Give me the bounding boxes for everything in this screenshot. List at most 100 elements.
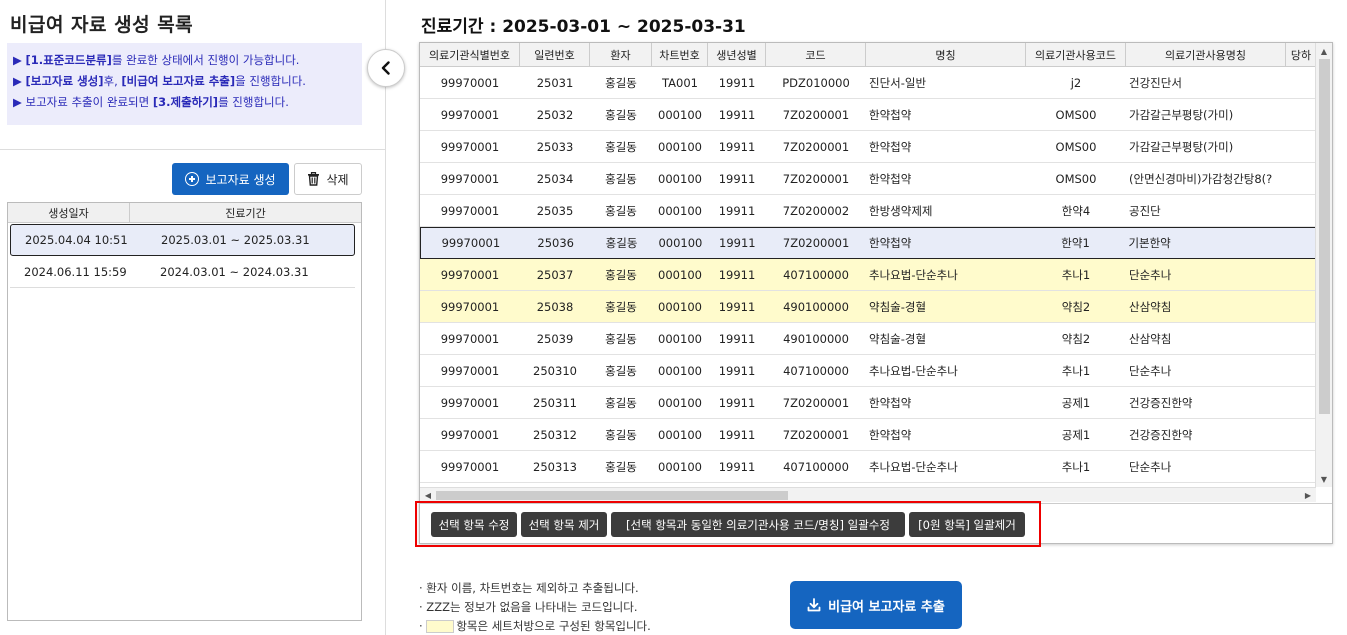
- column-header[interactable]: 당하: [1286, 43, 1316, 66]
- grid-body: 99970001 25031 홍길동 TA001 19911 PDZ010000 진단서-일…: [420, 67, 1316, 483]
- column-header[interactable]: 환자: [590, 43, 652, 66]
- column-header[interactable]: 명칭: [866, 43, 1026, 66]
- cell-institution-id: 99970001: [440, 427, 500, 442]
- table-row[interactable]: 99970001 25032 홍길동 000100 19911 7Z0200001 한약첩약…: [420, 99, 1316, 131]
- cell-name: 한방생약제제: [869, 203, 933, 218]
- cell-birth-gender: 19911: [718, 331, 756, 346]
- cell-name: 진단서-일반: [869, 75, 927, 90]
- cell-institution-id: 99970001: [440, 363, 500, 378]
- scroll-down-icon[interactable]: ▼: [1316, 472, 1332, 486]
- cell-code: 7Z0200001: [782, 171, 850, 186]
- cell-name: 한약첩약: [869, 236, 912, 250]
- column-header[interactable]: 의료기관사용코드: [1026, 43, 1126, 66]
- remove-selected-button[interactable]: 선택 항목 제거: [521, 512, 607, 537]
- horizontal-scrollbar[interactable]: ◀ ▶: [420, 487, 1316, 502]
- export-report-button[interactable]: 비급여 보고자료 추출: [790, 581, 962, 629]
- table-row[interactable]: 99970001 25031 홍길동 TA001 19911 PDZ010000 진단서-일…: [420, 67, 1316, 99]
- table-row[interactable]: 99970001 25034 홍길동 000100 19911 7Z0200001 한약첩약…: [420, 163, 1316, 195]
- plus-circle-icon: [185, 172, 200, 186]
- column-header[interactable]: 일련번호: [520, 43, 590, 66]
- cell-patient: 홍길동: [605, 267, 637, 282]
- cell-patient: 홍길동: [605, 139, 637, 154]
- table-row[interactable]: 99970001 25036 홍길동 000100 19911 7Z0200001 한약첩약…: [420, 227, 1316, 259]
- cell-code: PDZ010000: [782, 75, 850, 90]
- cell-patient: 홍길동: [605, 363, 637, 378]
- cell-birth-gender: 19911: [718, 107, 756, 122]
- cell-patient: 홍길동: [605, 427, 637, 442]
- edit-selected-button[interactable]: 선택 항목 수정: [431, 512, 517, 537]
- table-row[interactable]: 99970001 25037 홍길동 000100 19911 407100000 추나요법…: [420, 259, 1316, 291]
- cell-institution-id: 99970001: [440, 171, 500, 186]
- delete-button[interactable]: 삭제: [294, 163, 362, 195]
- cell-chart-no: 000100: [658, 427, 702, 442]
- cell-name: 추나요법-단순추나: [869, 363, 958, 378]
- data-grid-container: 의료기관식별번호 일련번호 환자 차트번호 생년성별 코드 명칭 의료기관사용코…: [419, 42, 1333, 544]
- cell-chart-no: 000100: [658, 171, 702, 186]
- cell-inst-name: 산삼약침: [1129, 299, 1172, 314]
- cell-name: 한약첩약: [869, 395, 912, 410]
- cell-chart-no: 000100: [658, 107, 702, 122]
- column-header[interactable]: 코드: [766, 43, 866, 66]
- table-row[interactable]: 99970001 250313 홍길동 000100 19911 407100000 추나요…: [420, 451, 1316, 483]
- cell-inst-name: (안면신경마비)가감청간탕8(?: [1129, 171, 1273, 186]
- table-row[interactable]: 99970001 250310 홍길동 000100 19911 407100000 추나요…: [420, 355, 1316, 387]
- cell-code: 7Z0200001: [782, 395, 850, 410]
- cell-chart-no: 000100: [658, 299, 702, 314]
- table-row[interactable]: 99970001 25033 홍길동 000100 19911 7Z0200001 한약첩약…: [420, 131, 1316, 163]
- table-row[interactable]: 99970001 25039 홍길동 000100 19911 490100000 약침술-…: [420, 323, 1316, 355]
- scroll-thumb[interactable]: [436, 491, 788, 500]
- scroll-right-icon[interactable]: ▶: [1301, 489, 1315, 502]
- list-item-created: 2024.06.11 15:59: [24, 264, 127, 279]
- cell-birth-gender: 19911: [718, 299, 756, 314]
- cell-inst-name: 건강증진한약: [1129, 395, 1193, 410]
- note-line: · ZZZ는 정보가 없음을 나타내는 코드입니다.: [419, 600, 638, 614]
- cell-inst-code: 약침2: [1061, 299, 1091, 314]
- column-header[interactable]: 차트번호: [652, 43, 708, 66]
- cell-patient: 홍길동: [605, 236, 638, 250]
- cell-birth-gender: 19911: [719, 236, 756, 250]
- export-report-label: 비급여 보고자료 추출: [828, 599, 945, 615]
- list-item[interactable]: 2025.04.04 10:51 2025.03.01 ~ 2025.03.31: [10, 224, 355, 256]
- cell-serial: 25032: [536, 107, 574, 122]
- cell-birth-gender: 19911: [718, 363, 756, 378]
- cell-serial: 250311: [533, 395, 577, 410]
- cell-institution-id: 99970001: [440, 299, 500, 314]
- notice-box: ▶ [1.표준코드분류]를 완료한 상태에서 진행이 가능합니다. ▶ [보고자…: [7, 43, 362, 125]
- divider: [0, 149, 386, 150]
- cell-inst-code: 공제1: [1061, 395, 1091, 410]
- cell-inst-name: 가감갈근부평탕(가미): [1129, 107, 1234, 122]
- cell-serial: 25031: [536, 75, 574, 90]
- table-row[interactable]: 99970001 25035 홍길동 000100 19911 7Z0200002 한방생약…: [420, 195, 1316, 227]
- cell-name: 약침술-경혈: [869, 299, 927, 314]
- cell-code: 490100000: [783, 331, 849, 346]
- list-item[interactable]: 2024.06.11 15:59 2024.03.01 ~ 2024.03.31: [10, 256, 355, 288]
- bulk-remove-button[interactable]: [0원 항목] 일괄제거: [909, 512, 1025, 537]
- generate-report-button[interactable]: 보고자료 생성: [172, 163, 289, 195]
- collapse-panel-button[interactable]: [367, 49, 405, 87]
- scroll-thumb[interactable]: [1319, 59, 1330, 414]
- vertical-scrollbar[interactable]: ▲ ▼: [1315, 43, 1332, 487]
- cell-patient: 홍길동: [605, 331, 637, 346]
- scroll-up-icon[interactable]: ▲: [1316, 44, 1332, 58]
- cell-serial: 25033: [536, 139, 574, 154]
- notice-line-1: ▶ [1.표준코드분류]를 완료한 상태에서 진행이 가능합니다.: [13, 53, 300, 67]
- column-header[interactable]: 의료기관식별번호: [420, 43, 520, 66]
- column-header[interactable]: 의료기관사용명칭: [1126, 43, 1286, 66]
- notes: · 환자 이름, 차트번호는 제외하고 추출됩니다. · ZZZ는 정보가 없음…: [419, 579, 651, 635]
- column-header-created: 생성일자: [8, 203, 130, 222]
- bulk-edit-button[interactable]: [선택 항목과 동일한 의료기관사용 코드/명칭] 일괄수정: [611, 512, 905, 537]
- cell-birth-gender: 19911: [718, 171, 756, 186]
- column-header[interactable]: 생년성별: [708, 43, 766, 66]
- report-list: 생성일자 진료기간 2025.04.04 10:51 2025.03.01 ~ …: [7, 202, 362, 621]
- cell-name: 한약첩약: [869, 107, 912, 122]
- set-color-swatch: [426, 620, 455, 633]
- data-grid: 의료기관식별번호 일련번호 환자 차트번호 생년성별 코드 명칭 의료기관사용코…: [420, 43, 1316, 487]
- cell-patient: 홍길동: [605, 107, 637, 122]
- table-row[interactable]: 99970001 250311 홍길동 000100 19911 7Z0200001 한약첩…: [420, 387, 1316, 419]
- cell-serial: 25036: [537, 236, 574, 250]
- cell-institution-id: 99970001: [440, 331, 500, 346]
- table-row[interactable]: 99970001 250312 홍길동 000100 19911 7Z0200001 한약첩…: [420, 419, 1316, 451]
- cell-inst-code: 추나1: [1061, 363, 1091, 378]
- table-row[interactable]: 99970001 25038 홍길동 000100 19911 490100000 약침술-…: [420, 291, 1316, 323]
- list-item-period: 2024.03.01 ~ 2024.03.31: [160, 264, 309, 279]
